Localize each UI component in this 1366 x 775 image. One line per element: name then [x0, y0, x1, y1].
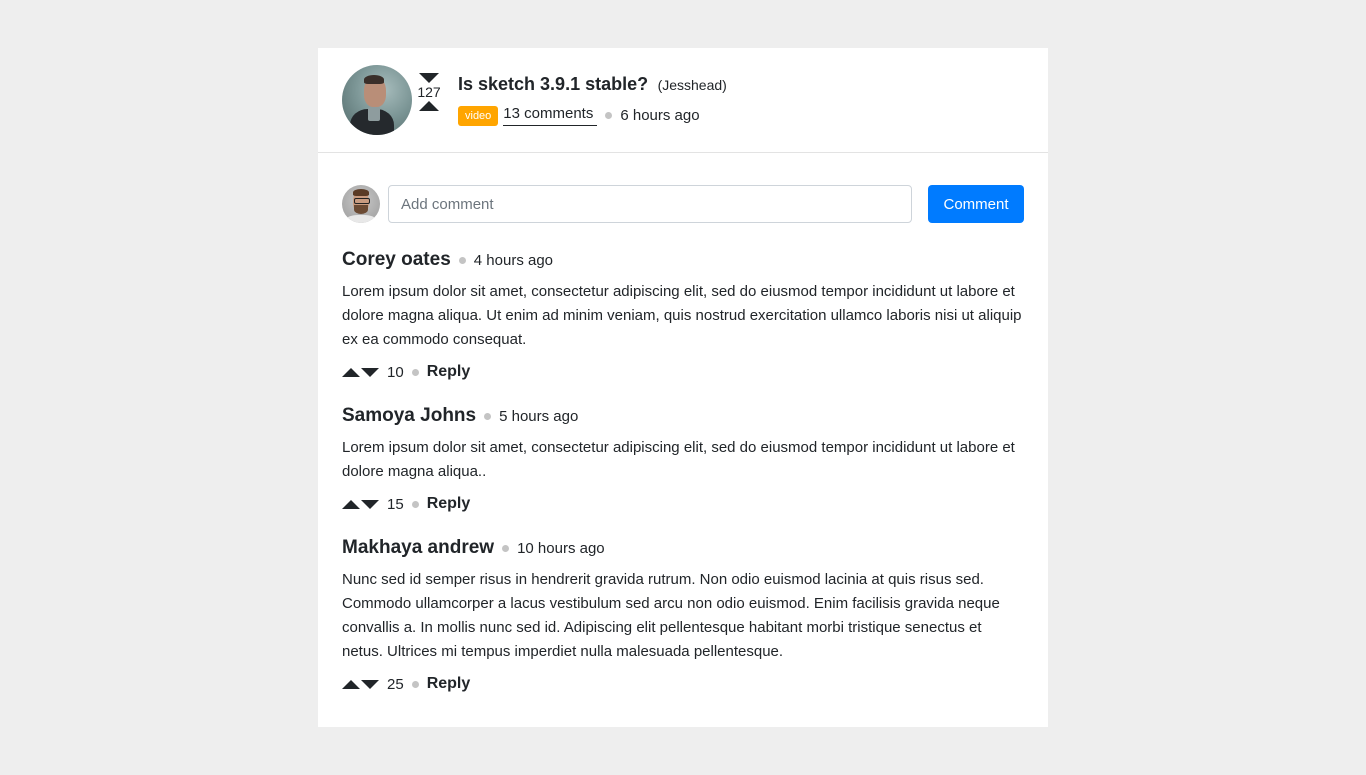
comment-item: Samoya Johns 5 hours ago Lorem ipsum dol… [342, 403, 1026, 516]
reply-link[interactable]: Reply [427, 363, 471, 381]
downvote-icon[interactable] [419, 73, 439, 83]
comment-form: Comment [342, 185, 1024, 223]
comment-author[interactable]: Samoya Johns [342, 405, 476, 427]
separator-dot [484, 412, 492, 420]
avatar-hair [364, 75, 384, 84]
comment-actions: 15 Reply [342, 492, 1026, 516]
downvote-icon[interactable] [361, 679, 379, 689]
avatar-glasses [354, 198, 370, 204]
upvote-icon[interactable] [419, 101, 439, 111]
comments-count-link[interactable]: 13 comments [503, 105, 598, 126]
comment-text: Nunc sed id semper risus in hendrerit gr… [342, 571, 1000, 660]
post-time: 6 hours ago [620, 107, 700, 124]
reply-link[interactable]: Reply [427, 675, 471, 693]
comment-vote-count: 15 [387, 495, 404, 513]
post-meta: video 13 comments 6 hours ago [458, 105, 700, 126]
separator-dot [458, 256, 466, 264]
video-badge: video [458, 105, 499, 126]
post-title-row: Is sketch 3.9.1 stable? (Jesshead) [458, 74, 727, 95]
comment-actions: 10 Reply [342, 360, 1026, 384]
post-title[interactable]: Is sketch 3.9.1 stable? [458, 74, 648, 94]
current-user-avatar [342, 185, 380, 223]
comment-submit-button[interactable]: Comment [928, 185, 1024, 223]
comment-vote-count: 10 [387, 363, 404, 381]
comment-time: 5 hours ago [499, 407, 579, 425]
comment-text: Lorem ipsum dolor sit amet, consectetur … [342, 439, 1015, 480]
comment-text: Lorem ipsum dolor sit amet, consectetur … [342, 283, 1022, 348]
post-vote-count: 127 [417, 84, 441, 100]
post-header: 127 Is sketch 3.9.1 stable? (Jesshead) v… [318, 48, 1048, 153]
upvote-icon[interactable] [342, 367, 360, 377]
comment-item: Corey oates 4 hours ago Lorem ipsum dolo… [342, 247, 1026, 384]
avatar-shirt [346, 215, 376, 223]
reply-link[interactable]: Reply [427, 495, 471, 513]
upvote-icon[interactable] [342, 499, 360, 509]
avatar-beard [354, 205, 368, 214]
avatar-collar [368, 107, 380, 121]
comment-author[interactable]: Makhaya andrew [342, 537, 494, 559]
comment-header: Makhaya andrew 10 hours ago [342, 535, 1026, 561]
avatar-hair [353, 189, 369, 196]
downvote-icon[interactable] [361, 499, 379, 509]
post-author: (Jesshead) [657, 77, 727, 93]
separator-dot [502, 544, 510, 552]
comment-item: Makhaya andrew 10 hours ago Nunc sed id … [342, 535, 1026, 696]
upvote-icon[interactable] [342, 679, 360, 689]
separator-dot [411, 680, 419, 688]
comment-author[interactable]: Corey oates [342, 249, 451, 271]
author-avatar[interactable] [342, 65, 412, 135]
comment-list: Corey oates 4 hours ago Lorem ipsum dolo… [342, 247, 1026, 715]
add-comment-input[interactable] [388, 185, 912, 223]
separator-dot [411, 500, 419, 508]
comment-time: 10 hours ago [517, 539, 605, 557]
post-vote: 127 [416, 73, 442, 111]
comment-actions: 25 Reply [342, 672, 1026, 696]
separator-dot [605, 112, 613, 119]
downvote-icon[interactable] [361, 367, 379, 377]
comment-vote-count: 25 [387, 675, 404, 693]
comment-header: Corey oates 4 hours ago [342, 247, 1026, 273]
comment-header: Samoya Johns 5 hours ago [342, 403, 1026, 429]
post-card: 127 Is sketch 3.9.1 stable? (Jesshead) v… [318, 48, 1048, 727]
comment-time: 4 hours ago [473, 251, 554, 269]
separator-dot [411, 368, 419, 376]
